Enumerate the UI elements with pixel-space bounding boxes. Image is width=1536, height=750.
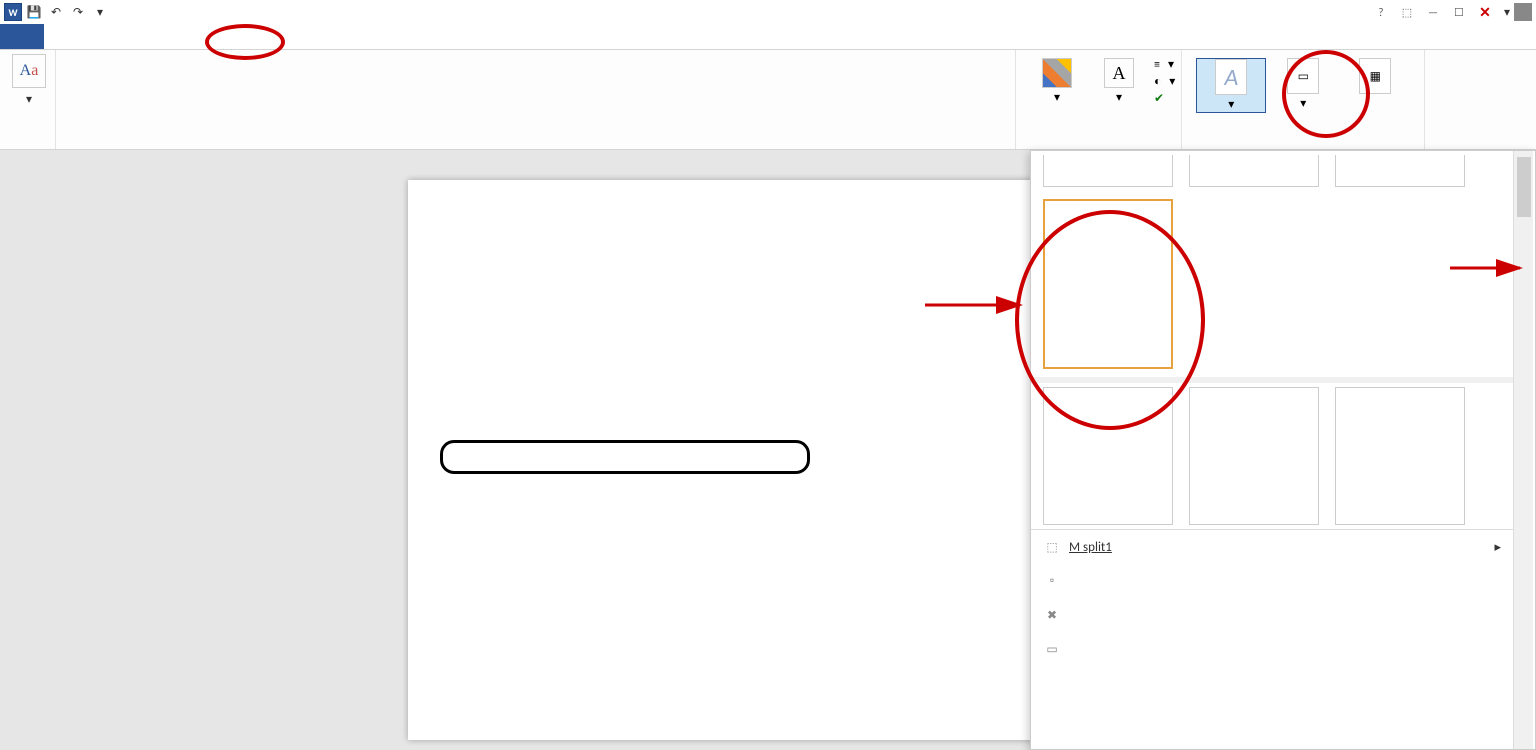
set-default-button[interactable]: ✔ — [1154, 91, 1175, 106]
custom-watermark-menu-item[interactable]: ▫ — [1031, 564, 1513, 598]
maximize-icon[interactable]: ☐ — [1448, 2, 1470, 22]
title-bar: W 💾 ↶ ↷ ▾ ? ⬚ — ☐ ✕ ▾ — [0, 0, 1536, 24]
save-gallery-icon: ▭ — [1043, 640, 1061, 658]
effects-button[interactable]: ◐ ▾ — [1154, 74, 1175, 89]
page-borders-icon: ▦ — [1359, 58, 1391, 94]
minimize-icon[interactable]: — — [1422, 2, 1444, 22]
quick-access-toolbar: W 💾 ↶ ↷ ▾ — [0, 2, 110, 22]
tab-review[interactable] — [260, 24, 296, 49]
tab-file[interactable] — [0, 24, 44, 49]
help-icon[interactable]: ? — [1370, 2, 1392, 22]
save-icon[interactable]: 💾 — [24, 2, 44, 22]
more-watermarks-menu-item[interactable]: ⬚ M split1 ▸ — [1031, 530, 1513, 564]
remove-watermark-menu-item[interactable]: ✖ — [1031, 598, 1513, 632]
tab-design[interactable] — [116, 24, 152, 49]
watermark-item-draft-1[interactable] — [1043, 387, 1173, 525]
watermark-row-donotcopy — [1031, 195, 1513, 377]
tab-home[interactable] — [44, 24, 80, 49]
style-gallery[interactable] — [62, 54, 1009, 130]
colors-icon — [1042, 58, 1072, 88]
watermark-item-do-not-copy-2[interactable] — [1043, 199, 1173, 373]
page-color-button[interactable]: ▭ ▾ — [1268, 58, 1338, 113]
watermark-menu: ⬚ M split1 ▸ ▫ ✖ ▭ — [1031, 529, 1513, 666]
watermark-item-confidential-1[interactable] — [1043, 155, 1173, 191]
themes-icon: Aa — [12, 54, 46, 88]
watermark-item-sample[interactable] — [1335, 387, 1465, 525]
scrollbar-thumb[interactable] — [1517, 157, 1531, 217]
close-icon[interactable]: ✕ — [1474, 2, 1496, 22]
effects-icon: ◐ — [1154, 74, 1161, 89]
ribbon-display-icon[interactable]: ⬚ — [1396, 2, 1418, 22]
watermark-icon: A — [1215, 59, 1247, 95]
fonts-button[interactable]: A ▾ — [1092, 58, 1146, 143]
watermark-item-do-not-copy-1[interactable] — [1335, 155, 1465, 191]
page-borders-button[interactable]: ▦ — [1340, 58, 1410, 113]
watermark-item-confidential-2[interactable] — [1189, 155, 1319, 191]
qat-dropdown-icon[interactable]: ▾ — [90, 2, 110, 22]
watermark-item-draft-2[interactable] — [1189, 387, 1319, 525]
save-selection-menu-item: ▭ — [1031, 632, 1513, 666]
tab-page-layout[interactable] — [152, 24, 188, 49]
page-color-icon: ▭ — [1287, 58, 1319, 94]
paragraph-spacing-icon: ≡ — [1154, 58, 1160, 72]
chevron-right-icon: ▸ — [1494, 540, 1501, 555]
tab-mailings[interactable] — [224, 24, 260, 49]
custom-watermark-icon: ▫ — [1043, 572, 1061, 590]
word-icon: W — [4, 3, 22, 21]
colors-button[interactable]: ▾ — [1030, 58, 1084, 143]
avatar — [1514, 3, 1532, 21]
ribbon-tabs — [0, 24, 1536, 50]
annotation-description-box — [440, 440, 810, 474]
user-chip[interactable]: ▾ — [1500, 3, 1532, 21]
tab-references[interactable] — [188, 24, 224, 49]
office-icon: ⬚ — [1043, 538, 1061, 556]
watermark-button[interactable]: A ▾ — [1196, 58, 1266, 113]
watermark-row-confidential — [1031, 151, 1513, 195]
undo-icon[interactable]: ↶ — [46, 2, 66, 22]
watermark-gallery-panel: ⬚ M split1 ▸ ▫ ✖ ▭ — [1030, 150, 1536, 750]
tab-insert[interactable] — [80, 24, 116, 49]
watermark-scrollbar[interactable] — [1513, 151, 1533, 749]
redo-icon[interactable]: ↷ — [68, 2, 88, 22]
ribbon: Aa ▾ ▾ A ▾ ≡ ▾ ◐ ▾ ✔ A — [0, 50, 1536, 150]
tab-view[interactable] — [296, 24, 332, 49]
watermark-row-disclaimers — [1031, 383, 1513, 529]
doc-formatting-label — [62, 145, 1009, 147]
paragraph-spacing-button[interactable]: ≡ ▾ — [1154, 57, 1175, 72]
checkmark-icon: ✔ — [1154, 91, 1164, 106]
remove-watermark-icon: ✖ — [1043, 606, 1061, 624]
fonts-icon: A — [1104, 58, 1134, 88]
themes-button[interactable]: Aa ▾ — [6, 54, 52, 132]
